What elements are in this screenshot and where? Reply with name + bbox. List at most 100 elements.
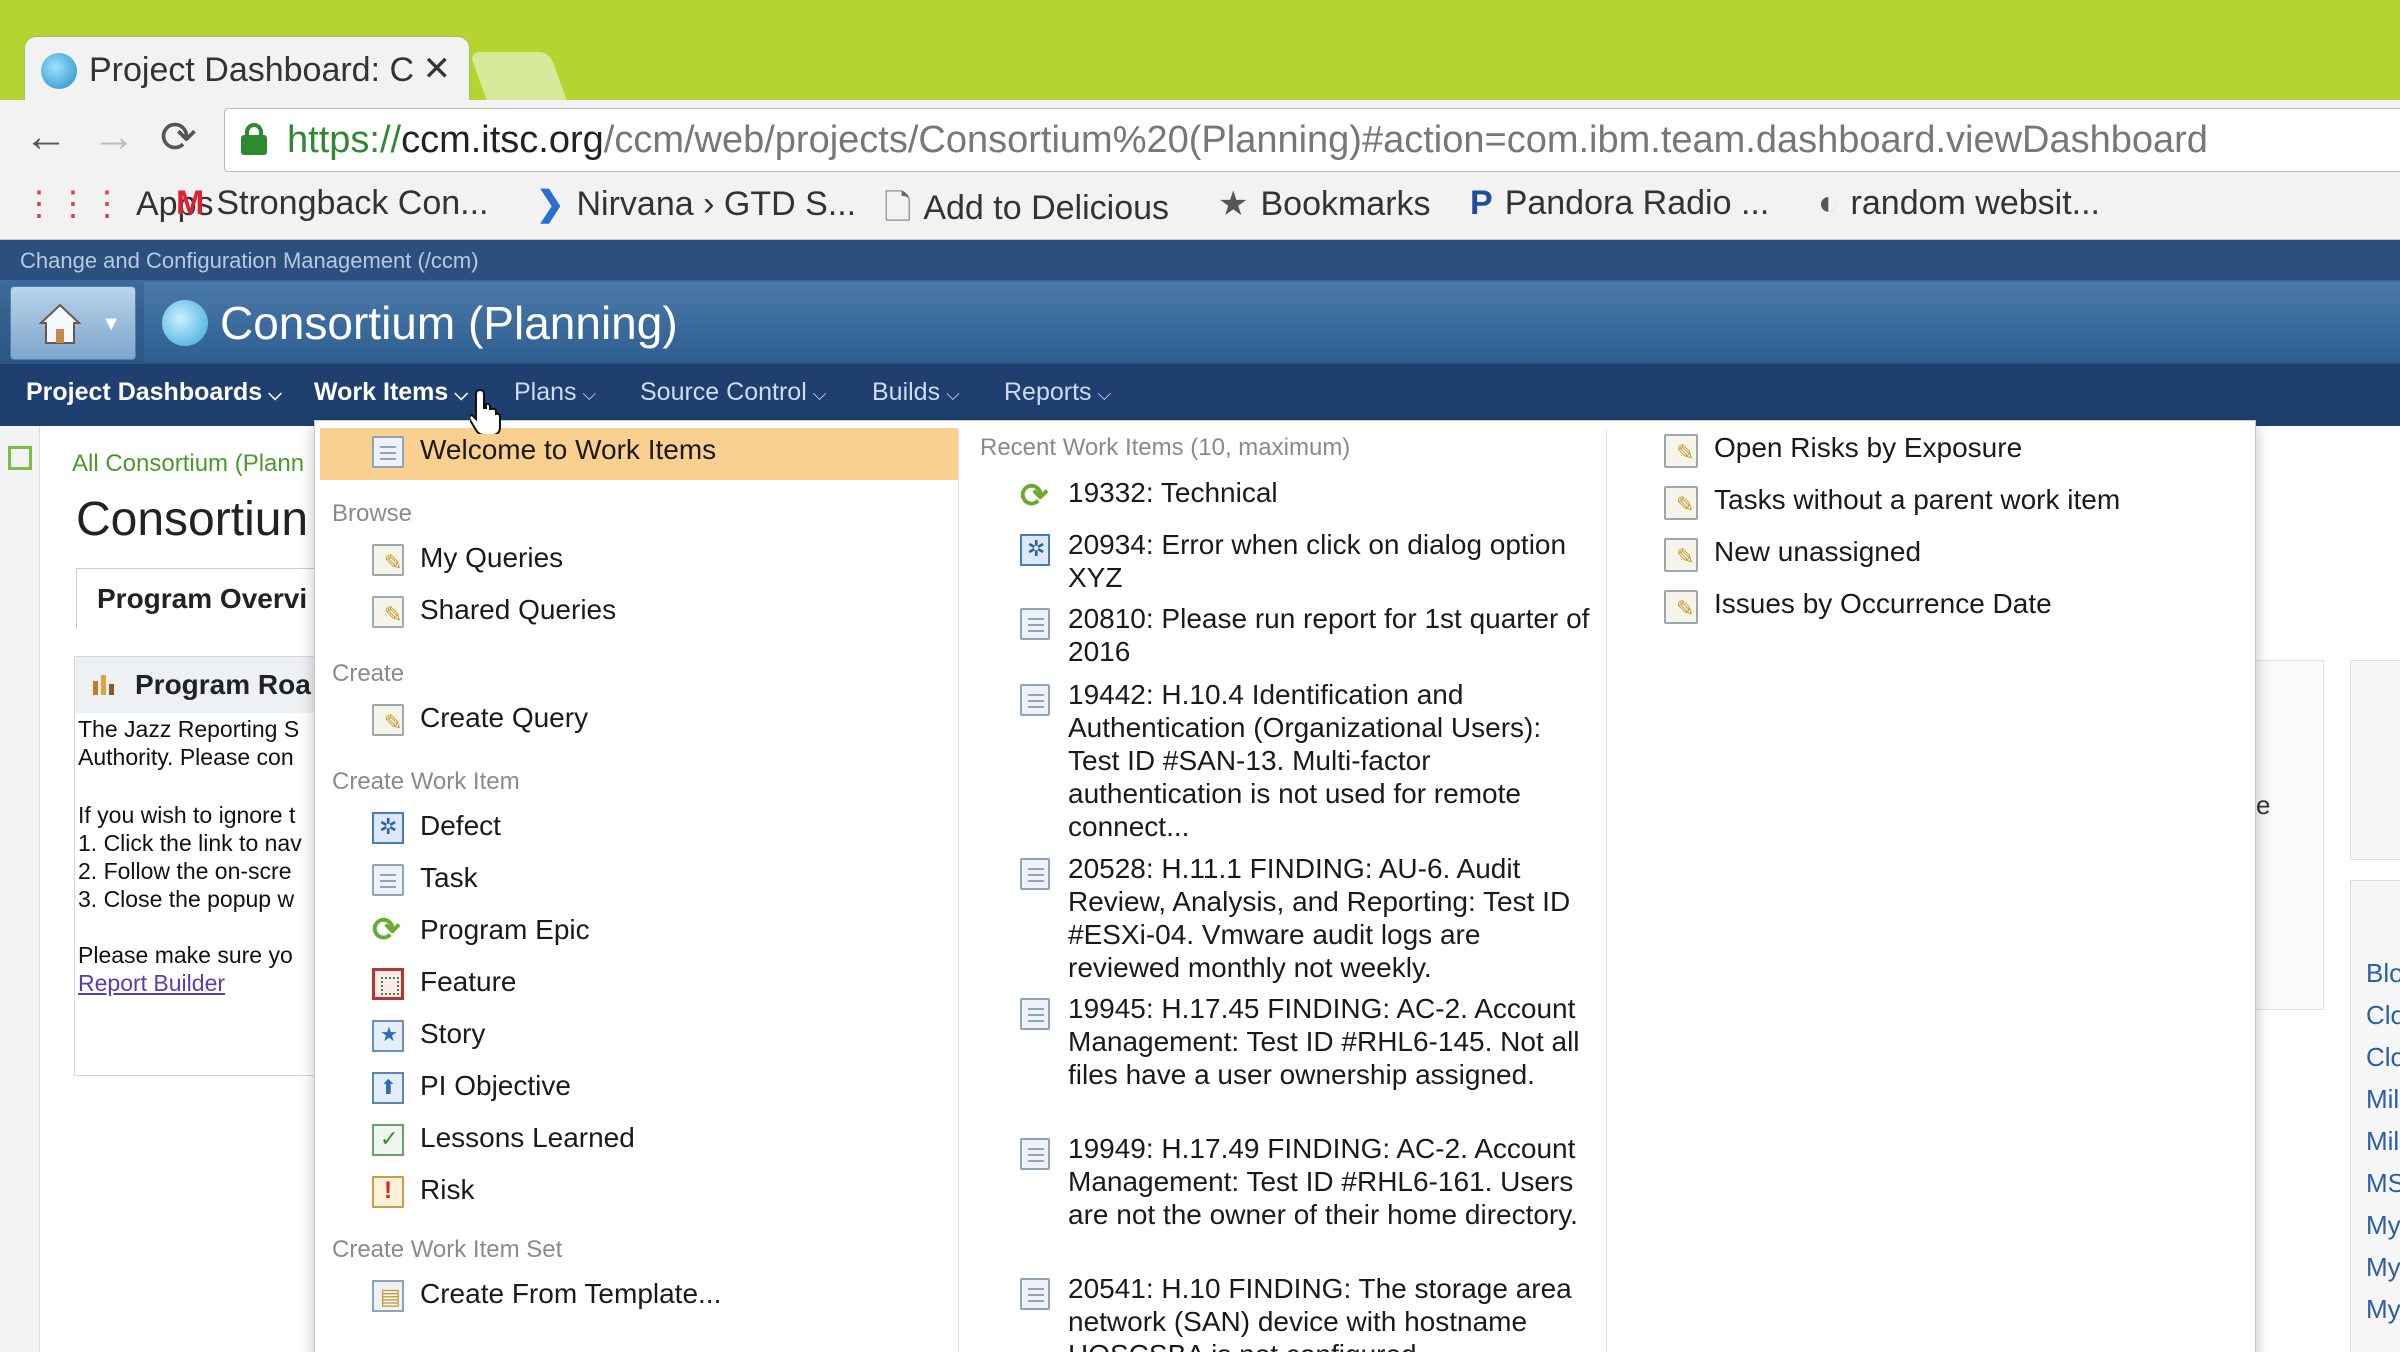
chevron-down-icon: ▼ [101,313,121,335]
template-icon [372,1280,404,1312]
right-panel-link[interactable]: My [2366,1210,2400,1241]
recent-work-item[interactable]: 19332: Technical [1020,476,1600,516]
page-icon: 🗋 [884,189,912,227]
project-header: Consortium (Planning) [144,282,2400,362]
chevron-down-icon: ⌵ [582,384,597,404]
right-panel-link[interactable]: My [2366,1294,2400,1325]
feature-icon [372,968,404,1000]
right-panel-link[interactable]: Mil [2366,1126,2399,1157]
home-menu-button[interactable]: ▼ [10,286,136,360]
app-context-bar: Change and Configuration Management (/cc… [0,240,2400,280]
right-panel-link[interactable]: My [2366,1252,2400,1283]
tab-program-overview[interactable]: Program Overvi [76,568,316,628]
widget-text-fragment: e [2256,790,2271,820]
widget-text-line: 1. Click the link to nav [78,830,302,856]
forward-icon[interactable]: → [92,112,136,162]
right-panel-link[interactable]: MS [2366,1168,2400,1199]
menu-work-items[interactable]: Work Items ⌵ [314,378,468,407]
section-create-work-item: Create Work Item [332,768,520,795]
recent-work-item[interactable]: 19442: H.10.4 Identification and Authent… [1020,678,1600,848]
project-globe-icon [162,300,208,346]
task-icon [1020,608,1050,640]
task-icon [372,864,404,896]
column-divider [958,430,959,1352]
reload-icon[interactable]: ⟳ [160,112,197,163]
section-create-work-item-set: Create Work Item Set [332,1236,563,1263]
back-icon[interactable]: ← [24,112,68,162]
gmail-icon: M [176,184,205,222]
page-title: Consortiun [76,493,309,546]
right-panel-link[interactable]: Blo [2366,958,2400,989]
chevron-right-icon: ❯ [536,185,565,223]
bookmark-delicious[interactable]: 🗋 Add to Delicious [884,184,1169,241]
risk-icon [372,1176,404,1208]
widget-title: Program Roa [135,669,311,700]
hand-cursor-icon [470,388,501,434]
bar-chart-icon [93,675,114,695]
section-recent-work-items: Recent Work Items (10, maximum) [980,434,1351,461]
task-icon [1020,684,1050,716]
column-divider [1606,430,1607,1352]
recent-work-item[interactable]: 20541: H.10 FINDING: The storage area ne… [1020,1272,1600,1352]
right-panel-link[interactable]: Mil [2366,1084,2399,1115]
browser-tab-active[interactable]: Project Dashboard: C ✕ [24,36,470,102]
app-context-label: Change and Configuration Management (/cc… [20,248,479,273]
dashboard-grid-icon[interactable] [8,446,32,470]
menu-builds[interactable]: Builds ⌵ [872,378,960,407]
section-browse: Browse [332,500,413,527]
bookmark-bookmarks[interactable]: ★ Bookmarks [1218,184,1431,224]
recent-work-item[interactable]: 19945: H.17.45 FINDING: AC-2. Account Ma… [1020,992,1600,1128]
project-favicon-icon [41,53,77,89]
recent-work-item[interactable]: 20934: Error when click on dialog option… [1020,528,1600,598]
query-icon [1664,434,1698,468]
create-query-icon [372,704,404,736]
query-icon [1664,538,1698,572]
report-builder-link[interactable]: Report Builder [78,970,225,997]
menu-plans[interactable]: Plans ⌵ [514,378,596,407]
close-tab-icon[interactable]: ✕ [423,49,452,89]
address-bar[interactable]: https://ccm.itsc.org/ccm/web/projects/Co… [224,108,2400,172]
defect-icon [372,812,404,844]
home-icon [38,303,82,344]
work-items-icon [372,436,404,468]
recent-work-item[interactable]: 20810: Please run report for 1st quarter… [1020,602,1600,672]
objective-icon [372,1072,404,1104]
widget-text-line: 3. Close the popup w [78,886,295,912]
defect-icon [1020,534,1050,566]
query-icon [1664,486,1698,520]
bookmark-pandora[interactable]: P Pandora Radio ... [1470,184,1769,223]
site-icon: ◐ [1818,184,1839,222]
widget-text-line: Authority. Please con [78,744,294,770]
project-title: Consortium (Planning) [220,297,678,349]
recent-work-item[interactable]: 20528: H.11.1 FINDING: AU-6. Audit Revie… [1020,852,1600,988]
lessons-icon [372,1124,404,1156]
widget-text-line: The Jazz Reporting S [78,716,300,742]
bookmark-strongback[interactable]: M Strongback Con... [176,184,488,223]
apps-grid-icon: ⋮⋮⋮ [22,185,124,223]
menu-reports[interactable]: Reports ⌵ [1004,378,1111,407]
epic-icon [1020,476,1050,516]
query-icon [372,544,404,576]
bookmark-random[interactable]: ◐ random websit... [1818,184,2100,223]
task-icon [1020,998,1050,1030]
lock-icon [241,123,267,155]
chevron-down-icon: ⌵ [454,384,468,404]
url-text: https://ccm.itsc.org/ccm/web/projects/Co… [287,119,2208,161]
recent-work-item[interactable]: 19949: H.17.49 FINDING: AC-2. Account Ma… [1020,1132,1600,1268]
chevron-down-icon: ⌵ [946,384,960,404]
query-icon [1664,590,1698,624]
pandora-icon: P [1470,184,1493,222]
shared-query-icon [372,596,404,628]
browser-tab-title: Project Dashboard: C [89,51,415,89]
right-panel-link[interactable]: Clo [2366,1042,2400,1073]
left-sidebar-strip [0,426,40,1352]
chevron-down-icon: ⌵ [812,384,827,404]
menu-project-dashboards[interactable]: Project Dashboards ⌵ [26,378,282,407]
background-widget [2254,660,2324,1010]
right-panel-link[interactable]: Clo [2366,1000,2400,1031]
menu-source-control[interactable]: Source Control ⌵ [640,378,826,407]
epic-icon [372,910,404,950]
widget-text-line: If you wish to ignore t [78,802,296,828]
bookmark-nirvana[interactable]: ❯ Nirvana › GTD S... [536,184,856,224]
breadcrumb[interactable]: All Consortium (Plann [72,450,304,478]
